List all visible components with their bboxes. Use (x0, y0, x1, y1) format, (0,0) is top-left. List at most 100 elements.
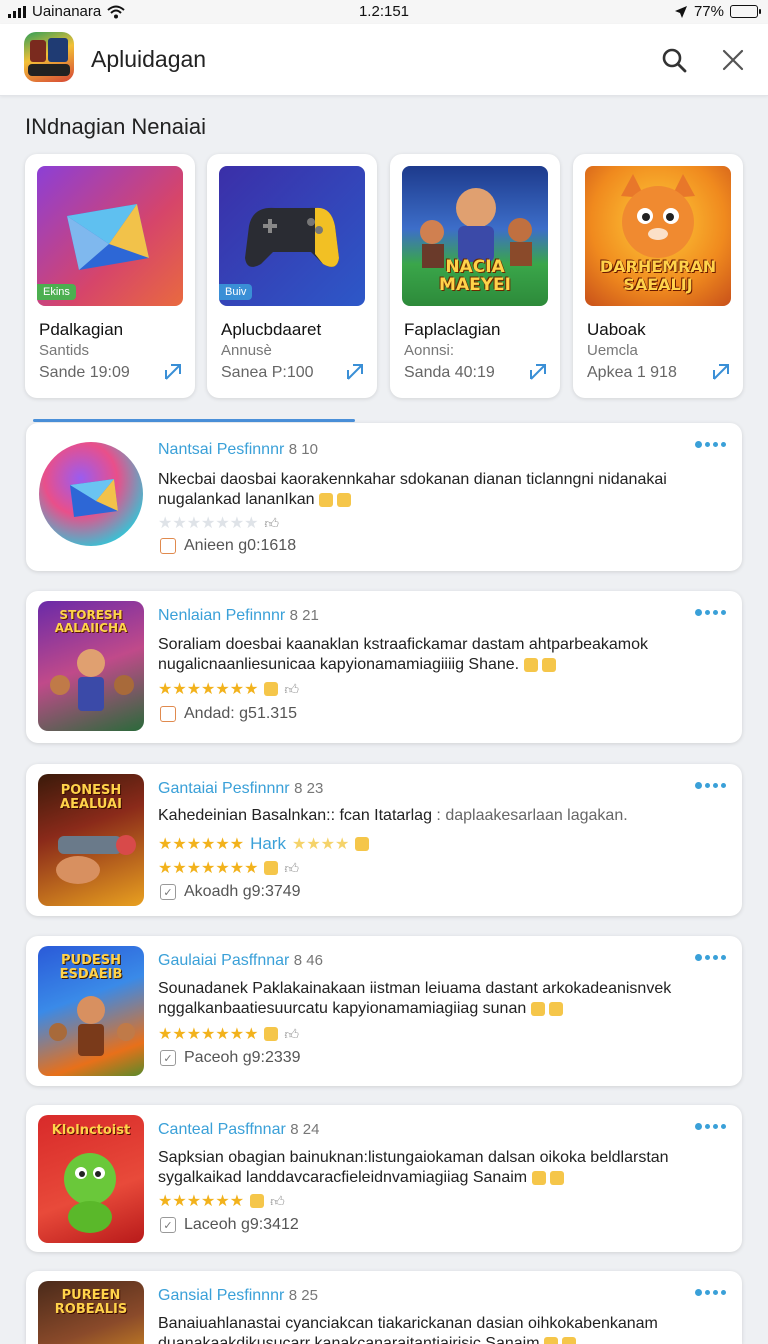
open-external-icon[interactable] (345, 362, 365, 382)
item-meta: Akoadh g9:3749 (184, 883, 301, 900)
app-logo-icon[interactable] (24, 32, 74, 82)
list-item[interactable]: PONESH AEALUAI Gantaiai Pesfinnnr 8 23 K… (26, 764, 742, 916)
app-name: Pdalkagian (39, 320, 124, 339)
featured-card[interactable]: Buiv Aplucbdaaret Annusè Sanea P:100 (207, 154, 377, 398)
app-subtitle: Uemcla (587, 342, 638, 359)
game-title-art: DARHEMRAN SAEALIJ (599, 257, 717, 294)
award-badge-icon (542, 657, 557, 672)
list-item[interactable]: Nantsai Pesfinnnr 8 10 Nkecbai daosbai k… (26, 423, 742, 571)
game-title-art: NACIA MAEYEI (439, 257, 511, 295)
more-options-icon[interactable] (695, 782, 726, 789)
game-title-art: STORESH AALAIICHA (54, 608, 128, 635)
item-title[interactable]: Gansial Pesfinnnr (158, 1287, 284, 1304)
item-meta: Andad: g51.315 (184, 705, 297, 722)
item-number: 8 46 (293, 952, 323, 969)
item-title[interactable]: Gaulaiai Pasffnnar (158, 952, 289, 969)
item-number: 8 24 (290, 1121, 320, 1138)
rating-label: Hark (250, 834, 286, 853)
item-number: 8 23 (294, 780, 324, 797)
thumbs-up-icon[interactable]: 👍︎ (284, 682, 300, 696)
checkbox[interactable]: ✓ (160, 1050, 176, 1066)
rating-stars: ★★★★★★★ (158, 1026, 259, 1043)
featured-card[interactable]: Ekins Pdalkagian Santids Sande 19:09 (25, 154, 195, 398)
item-description: Nkecbai daosbai kaorakennkahar sdokanan … (158, 471, 667, 488)
thumbs-up-icon[interactable]: 👍︎ (270, 1194, 286, 1208)
rating-stars: ★★★★★★ (158, 836, 245, 853)
item-number: 8 10 (288, 441, 318, 458)
list-item[interactable]: PUREEN ROBEALIS Gansial Pesfinnnr 8 25 B… (26, 1271, 742, 1344)
thumbs-up-icon[interactable]: 👍︎ (284, 1027, 300, 1041)
app-icon: PONESH AEALUAI (38, 774, 144, 906)
open-external-icon[interactable] (528, 362, 548, 382)
item-description: Kahedeinian Basalnkan:: fcan Itatarlag (158, 807, 432, 824)
checkbox[interactable]: ✓ (160, 884, 176, 900)
carousel-progress (33, 419, 355, 422)
list-item[interactable]: Klolnctoist Canteal Pasffnnar 8 24 Sapks… (26, 1105, 742, 1252)
featured-card[interactable]: NACIA MAEYEI Faplaclagian Aonnsi: Sanda … (390, 154, 560, 398)
award-badge-icon (250, 1194, 265, 1208)
app-name: Faplaclagian (404, 320, 501, 339)
award-badge-icon (562, 1336, 577, 1344)
more-options-icon[interactable] (695, 954, 726, 961)
checkbox[interactable]: ✓ (160, 1217, 176, 1233)
game-title-art: PONESH AEALUAI (60, 783, 122, 812)
app-name: Uaboak (587, 320, 646, 339)
item-description: Sounadanek Paklakainakaan iistman leiuam… (158, 980, 672, 997)
item-title[interactable]: Gantaiai Pesfinnnr (158, 780, 290, 797)
more-options-icon[interactable] (695, 1289, 726, 1296)
item-description-2: nggalkanbaatiesuurcatu kapyionamamiagiia… (158, 1000, 527, 1017)
list-item[interactable]: STORESH AALAIICHA Nenlaian Pefinnnr 8 21… (26, 591, 742, 743)
open-external-icon[interactable] (711, 362, 731, 382)
more-options-icon[interactable] (695, 1123, 726, 1130)
app-thumbnail: NACIA MAEYEI (402, 166, 548, 306)
rating-stars: ★★★★★★★ (158, 515, 259, 532)
app-tag: Buiv (219, 284, 253, 300)
app-name: Aplucbdaaret (221, 320, 322, 339)
open-external-icon[interactable] (163, 362, 183, 382)
item-description: Soraliam doesbai kaanaklan kstraafickama… (158, 636, 649, 653)
app-meta: Sanea P:100 (221, 364, 314, 381)
item-number: 8 25 (288, 1287, 318, 1304)
featured-card[interactable]: DARHEMRAN SAEALIJ Uaboak Uemcla Apkea 1 … (573, 154, 743, 398)
battery-icon (730, 5, 761, 18)
app-thumbnail: Ekins (37, 166, 183, 306)
item-description: Banaiuahlanastai cyanciakcan tiakarickan… (158, 1315, 658, 1332)
rating-stars: ★★★★★★ (158, 1193, 245, 1210)
more-options-icon[interactable] (695, 609, 726, 616)
app-tag: Ekins (37, 284, 76, 300)
item-description-2: : daplaakesarlaan lagakan. (436, 807, 628, 824)
award-badge-icon (523, 657, 538, 672)
award-badge-icon (530, 1001, 545, 1016)
section-title: INdnagian Nenaiai (25, 114, 207, 139)
game-title-art: Klolnctoist (51, 1123, 131, 1138)
list-item[interactable]: PUDESH ESDAEIB Gaulaiai Pasffnnar 8 46 S… (26, 936, 742, 1086)
item-meta: Laceoh g9:3412 (184, 1216, 299, 1233)
rating-stars-secondary: ★★★★ (291, 836, 350, 853)
award-badge-icon (531, 1170, 546, 1185)
app-subtitle: Annusè (221, 342, 272, 359)
search-button[interactable] (656, 42, 692, 78)
app-subtitle: Aonnsi: (404, 342, 455, 359)
item-number: 8 21 (289, 607, 319, 624)
app-icon: Klolnctoist (38, 1115, 144, 1243)
app-header: Apluidagan (0, 24, 768, 96)
item-description-2: duanakaakdikusucarr kanakcanaraitantiair… (158, 1335, 540, 1344)
search-icon (662, 48, 687, 73)
item-meta: Paceoh g9:2339 (184, 1049, 301, 1066)
thumbs-up-icon[interactable]: 👍︎ (264, 516, 280, 530)
app-icon: STORESH AALAIICHA (38, 601, 144, 731)
checkbox[interactable] (160, 706, 176, 722)
more-options-icon[interactable] (695, 441, 726, 448)
award-badge-icon (355, 837, 370, 851)
item-title[interactable]: Canteal Pasffnnar (158, 1121, 286, 1138)
item-title[interactable]: Nantsai Pesfinnnr (158, 441, 284, 458)
thumbs-up-icon[interactable]: 👍︎ (284, 861, 300, 875)
checkbox[interactable] (160, 538, 176, 554)
rating-stars: ★★★★★★★ (158, 860, 259, 877)
award-badge-icon (550, 1170, 565, 1185)
app-icon: PUDESH ESDAEIB (38, 946, 144, 1076)
close-button[interactable] (715, 42, 751, 78)
award-badge-icon (337, 492, 352, 507)
item-title[interactable]: Nenlaian Pefinnnr (158, 607, 285, 624)
award-badge-icon (319, 492, 334, 507)
